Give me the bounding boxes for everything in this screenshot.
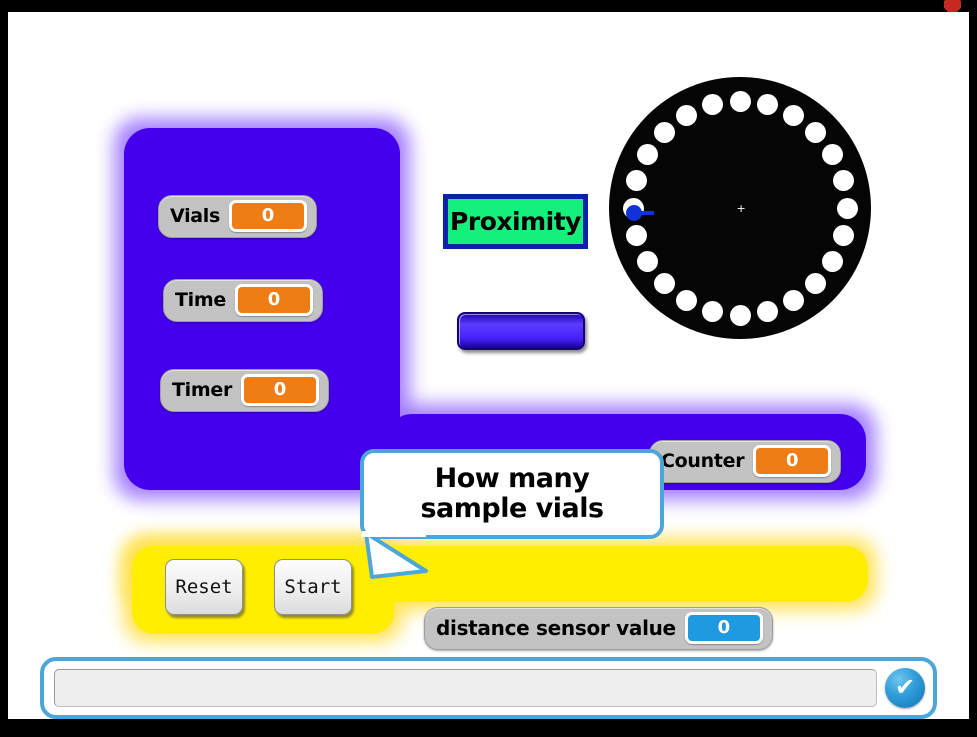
monitor-vials[interactable]: Vials 0	[158, 195, 318, 238]
monitor-timer-label: Timer	[172, 379, 233, 401]
monitor-time[interactable]: Time 0	[163, 279, 323, 322]
monitor-distance-sensor-value[interactable]: distance sensor value 0	[424, 607, 773, 650]
carousel-hole	[757, 300, 779, 322]
proximity-label: Proximity	[450, 207, 581, 236]
monitor-time-value: 0	[234, 284, 313, 316]
monitor-timer-value: 0	[241, 374, 320, 406]
carousel-hole	[836, 197, 858, 219]
reset-button[interactable]: Reset	[165, 559, 243, 615]
carousel-hole	[832, 169, 854, 191]
monitor-counter-value: 0	[753, 445, 832, 477]
carousel-hole	[626, 225, 648, 247]
robot-direction-nose	[640, 211, 654, 215]
carousel-hole	[653, 121, 675, 143]
carousel-hole	[757, 94, 779, 116]
monitor-vials-label: Vials	[170, 205, 221, 227]
carousel-hole	[822, 144, 844, 165]
carousel-hole	[636, 251, 658, 272]
monitor-vials-value: 0	[229, 200, 308, 232]
carousel-hole	[805, 121, 827, 143]
carousel-hole	[676, 290, 697, 312]
stage: + Proximity Vials 0 Time 0 Timer 0 Count…	[8, 12, 969, 719]
ask-submit-button[interactable]: ✔	[885, 668, 925, 708]
proximity-button-sprite[interactable]: Proximity	[443, 194, 588, 249]
carousel-hole	[701, 300, 723, 322]
carousel-center-mark: +	[736, 201, 746, 215]
carousel-hole	[701, 94, 723, 116]
monitor-timer[interactable]: Timer 0	[160, 369, 330, 412]
carousel-hole	[805, 273, 827, 295]
reset-button-label: Reset	[175, 576, 233, 598]
carousel-hole	[636, 144, 658, 165]
ask-prompt-bar: ✔	[40, 657, 937, 719]
carousel-hole	[822, 251, 844, 272]
monitor-distance-sensor-label: distance sensor value	[436, 616, 676, 640]
scratch-window: + Proximity Vials 0 Time 0 Timer 0 Count…	[0, 0, 977, 737]
monitor-distance-sensor-value: 0	[684, 612, 763, 644]
carousel-hole	[783, 290, 804, 312]
monitor-time-label: Time	[175, 289, 226, 311]
start-button[interactable]: Start	[274, 559, 352, 615]
speech-bubble: How many sample vials	[360, 449, 664, 539]
carousel-hole	[729, 90, 751, 112]
ask-input[interactable]	[54, 669, 877, 707]
carousel-hole	[626, 169, 648, 191]
carousel-hole	[676, 104, 697, 126]
monitor-counter-label: Counter	[661, 450, 745, 472]
carousel-hole	[783, 104, 804, 126]
speech-bubble-tail	[362, 531, 428, 579]
carousel-hole	[653, 273, 675, 295]
start-button-label: Start	[284, 576, 342, 598]
carousel-hole	[832, 225, 854, 247]
robot-marker-sprite[interactable]	[626, 205, 656, 221]
speech-bubble-text: How many sample vials	[420, 462, 604, 524]
carousel-hole	[729, 304, 751, 326]
blue-bar-sprite[interactable]	[457, 312, 585, 350]
monitor-counter[interactable]: Counter 0	[649, 440, 842, 483]
